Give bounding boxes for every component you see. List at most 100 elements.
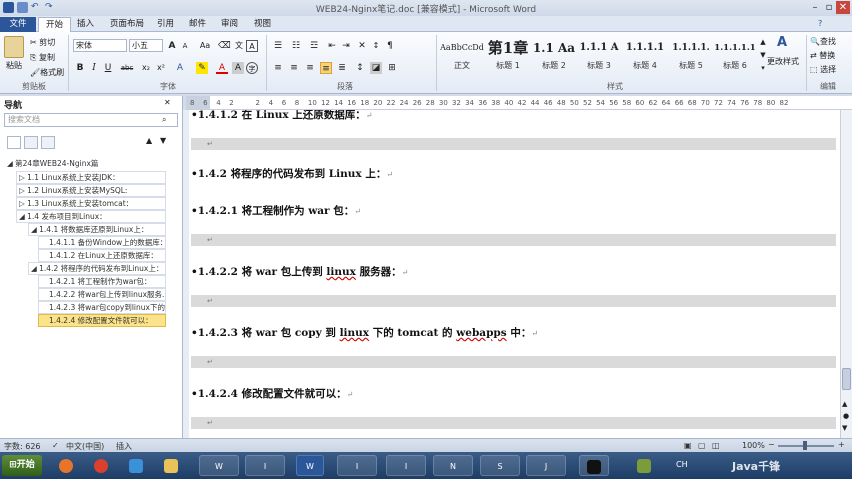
- style-heading-5[interactable]: 1.1.1.1. 标题 5: [668, 36, 714, 74]
- highlight-icon[interactable]: ✎: [196, 62, 208, 74]
- maximize-button[interactable]: ▫: [822, 1, 836, 14]
- sort-icon[interactable]: ↕: [370, 40, 382, 52]
- align-left-icon[interactable]: ≡: [272, 62, 284, 74]
- start-button[interactable]: ⊞开始: [2, 455, 42, 476]
- nav-heading-item[interactable]: 1.4.1.2 在Linux上还原数据库：: [38, 249, 166, 262]
- replace-button[interactable]: ⇄ 替换: [810, 50, 835, 61]
- change-styles-icon[interactable]: A: [774, 36, 790, 53]
- align-right-icon[interactable]: ≡: [304, 62, 316, 74]
- tab-mailings[interactable]: 邮件: [182, 17, 213, 32]
- nav-heading-item[interactable]: ◢ 1.4 发布项目到Linux：: [16, 210, 166, 223]
- tab-insert[interactable]: 插入: [70, 17, 101, 32]
- nav-heading-item[interactable]: ▷ 1.3 Linux系统上安装tomcat：: [16, 197, 166, 210]
- numbering-icon[interactable]: ☷: [290, 40, 302, 52]
- horizontal-ruler[interactable]: 8 6 4 2 2 4 6 8 10 12 14 16 18 20 22 24 26 28 30 32 34 36 38 40…: [186, 96, 852, 110]
- code-block[interactable]: ↵: [191, 234, 836, 246]
- search-icon[interactable]: ⌕: [162, 115, 166, 125]
- nav-heading-item[interactable]: 1.4.2.1 将工程制作为war包：: [38, 275, 166, 288]
- taskbar-word[interactable]: W: [296, 455, 324, 476]
- show-marks-icon[interactable]: ¶: [384, 40, 396, 52]
- subscript-button[interactable]: x₂: [140, 62, 152, 74]
- change-styles-button[interactable]: 更改样式: [767, 56, 799, 67]
- text-effects-icon[interactable]: A: [174, 62, 186, 74]
- shrink-font-icon[interactable]: A: [179, 40, 191, 52]
- taskbar-word-doc[interactable]: W: [199, 455, 239, 476]
- style-heading-4[interactable]: 1.1.1.1 标题 4: [621, 36, 669, 74]
- scrollbar-thumb[interactable]: [842, 368, 851, 390]
- view-print-layout-icon[interactable]: ▣: [684, 441, 692, 450]
- close-button[interactable]: ✕: [836, 1, 850, 14]
- nav-next-icon[interactable]: ▼: [160, 136, 166, 145]
- style-heading-6[interactable]: 1.1.1.1.1 标题 6: [712, 36, 758, 74]
- bullets-icon[interactable]: ☰: [272, 40, 284, 52]
- align-center-icon[interactable]: ≡: [288, 62, 300, 74]
- zoom-level[interactable]: 100%: [742, 441, 765, 450]
- multilevel-list-icon[interactable]: ☲: [308, 40, 320, 52]
- distributed-icon[interactable]: ≣: [336, 62, 348, 74]
- nav-prev-icon[interactable]: ▲: [146, 136, 152, 145]
- nav-heading-item[interactable]: 1.4.2.2 将war包上传到linux服务...: [38, 288, 166, 301]
- select-button[interactable]: ⬚ 选择: [810, 64, 836, 75]
- proofing-icon[interactable]: ✓: [52, 441, 59, 450]
- line-spacing-icon[interactable]: ↕: [354, 62, 366, 74]
- nav-search-input[interactable]: 搜索文档: [4, 113, 178, 127]
- chinese-layout-icon[interactable]: ✕: [356, 40, 368, 52]
- nav-heading-item[interactable]: 1.4.1.1 备份Window上的数据库：: [38, 236, 166, 249]
- zoom-out-icon[interactable]: −: [768, 440, 775, 449]
- taskbar-filezilla[interactable]: I: [386, 455, 426, 476]
- help-icon[interactable]: ?: [818, 19, 822, 28]
- tab-home[interactable]: 开始: [38, 17, 72, 32]
- chrome-icon[interactable]: [86, 455, 116, 476]
- clear-format-icon[interactable]: ⌫: [218, 40, 231, 52]
- style-heading-1[interactable]: 第1章 标题 1: [486, 36, 530, 74]
- nav-tab-results[interactable]: [41, 136, 55, 149]
- folder-icon[interactable]: [156, 455, 186, 476]
- decrease-indent-icon[interactable]: ⇤: [326, 40, 338, 52]
- enclose-char-icon[interactable]: 字: [246, 62, 258, 74]
- tab-file[interactable]: 文件: [0, 17, 36, 32]
- minimize-button[interactable]: –: [808, 1, 822, 14]
- zoom-in-icon[interactable]: +: [838, 440, 845, 449]
- taskbar-app-4[interactable]: I: [337, 455, 377, 476]
- paste-button[interactable]: 粘贴: [6, 60, 22, 71]
- nav-heading-item-selected[interactable]: 1.4.2.4 修改配置文件就可以：: [38, 314, 166, 327]
- style-heading-2[interactable]: 1.1 Aa 标题 2: [532, 36, 576, 74]
- nav-heading-item[interactable]: ◢ 1.4.2 将程序的代码发布到Linux上：: [28, 262, 166, 275]
- nav-close-icon[interactable]: ✕: [164, 98, 171, 107]
- char-shading-icon[interactable]: A: [232, 62, 244, 74]
- tab-review[interactable]: 审阅: [214, 17, 245, 32]
- taskbar-app-7[interactable]: S: [480, 455, 520, 476]
- next-page-icon[interactable]: ▼: [842, 424, 847, 432]
- grow-font-icon[interactable]: A: [166, 40, 178, 52]
- nav-heading-item[interactable]: ◢ 1.4.1 将数据库还原到Linux上：: [28, 223, 166, 236]
- change-case-icon[interactable]: Aa: [197, 40, 213, 52]
- nav-tab-pages[interactable]: [24, 136, 38, 149]
- style-heading-3[interactable]: 1.1.1 A 标题 3: [577, 36, 621, 74]
- paste-icon[interactable]: [4, 36, 24, 58]
- code-block[interactable]: ↵: [191, 138, 836, 150]
- nav-heading-item[interactable]: ◢ 第24章WEB24-Nginx篇: [5, 158, 175, 171]
- input-language[interactable]: CH: [676, 460, 688, 469]
- char-border-icon[interactable]: A: [246, 40, 258, 52]
- phonetic-guide-icon[interactable]: 文: [233, 40, 245, 52]
- font-name-combo[interactable]: 宋体: [73, 39, 127, 52]
- style-normal[interactable]: AaBbCcDd 正文: [440, 36, 484, 74]
- insert-mode[interactable]: 插入: [116, 441, 132, 452]
- media-player-icon[interactable]: [121, 455, 151, 476]
- firefox-icon[interactable]: [51, 455, 81, 476]
- code-block[interactable]: ↵: [191, 295, 836, 307]
- taskbar-app-10[interactable]: [630, 455, 658, 476]
- nav-heading-item[interactable]: 1.4.2.3 将war包copy到linux下的...: [38, 301, 166, 314]
- taskbar-app-6[interactable]: N: [433, 455, 473, 476]
- prev-page-icon[interactable]: ▲: [842, 400, 847, 408]
- tab-references[interactable]: 引用: [150, 17, 181, 32]
- document-page[interactable]: •1.4.1.2 在 Linux 上还原数据库：↵ ↵ •1.4.2 将程序的代…: [189, 110, 840, 438]
- nav-tab-headings[interactable]: [7, 136, 21, 149]
- vertical-scrollbar[interactable]: ▲ ● ▼: [840, 110, 852, 438]
- code-block[interactable]: ↵: [191, 417, 836, 429]
- underline-button[interactable]: U: [102, 62, 114, 74]
- italic-button[interactable]: I: [88, 62, 100, 74]
- font-color-icon[interactable]: A: [216, 62, 228, 74]
- nav-heading-item[interactable]: ▷ 1.2 Linux系统上安装MySQL:: [16, 184, 166, 197]
- taskbar-app-8[interactable]: J: [526, 455, 566, 476]
